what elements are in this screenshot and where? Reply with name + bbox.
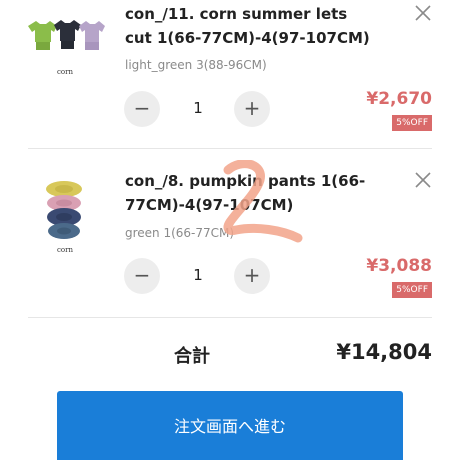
- close-icon: [415, 172, 431, 188]
- tshirt-shorts-set-icon: [28, 20, 105, 50]
- quantity-value: 1: [193, 266, 203, 284]
- product-name[interactable]: con_/8. pumpkin pants 1(66-77CM)-4(97-10…: [125, 169, 373, 217]
- product-image[interactable]: corn: [24, 8, 106, 90]
- close-icon: [415, 5, 431, 21]
- product-name[interactable]: con_/11. corn summer lets cut 1(66-77CM)…: [125, 2, 373, 50]
- remove-item-button[interactable]: [413, 170, 433, 190]
- discount-badge: 5%OFF: [392, 282, 432, 298]
- decrease-quantity-button[interactable]: −: [124, 258, 160, 294]
- order-summary: 合計 ¥14,804: [0, 318, 460, 388]
- decrease-quantity-button[interactable]: −: [124, 91, 160, 127]
- item-price: ¥3,088: [366, 256, 432, 276]
- cart-item: corn con_/8. pumpkin pants 1(66-77CM)-4(…: [0, 149, 460, 317]
- product-image[interactable]: corn: [24, 177, 106, 259]
- increase-quantity-button[interactable]: +: [234, 91, 270, 127]
- image-caption: corn: [57, 68, 73, 76]
- quantity-value: 1: [193, 99, 203, 117]
- item-price: ¥2,670: [366, 89, 432, 109]
- image-caption: corn: [57, 246, 73, 254]
- remove-item-button[interactable]: [413, 3, 433, 23]
- pumpkin-pants-icon: [46, 181, 82, 239]
- total-label: 合計: [174, 346, 210, 367]
- discount-badge: 5%OFF: [392, 115, 432, 131]
- product-variant: light_green 3(88-96CM): [125, 58, 267, 72]
- cart-item: corn con_/11. corn summer lets cut 1(66-…: [0, 0, 460, 148]
- product-variant: green 1(66-77CM): [125, 226, 235, 240]
- checkout-button[interactable]: 注文画面へ進む: [57, 391, 403, 460]
- total-amount: ¥14,804: [336, 340, 432, 364]
- increase-quantity-button[interactable]: +: [234, 258, 270, 294]
